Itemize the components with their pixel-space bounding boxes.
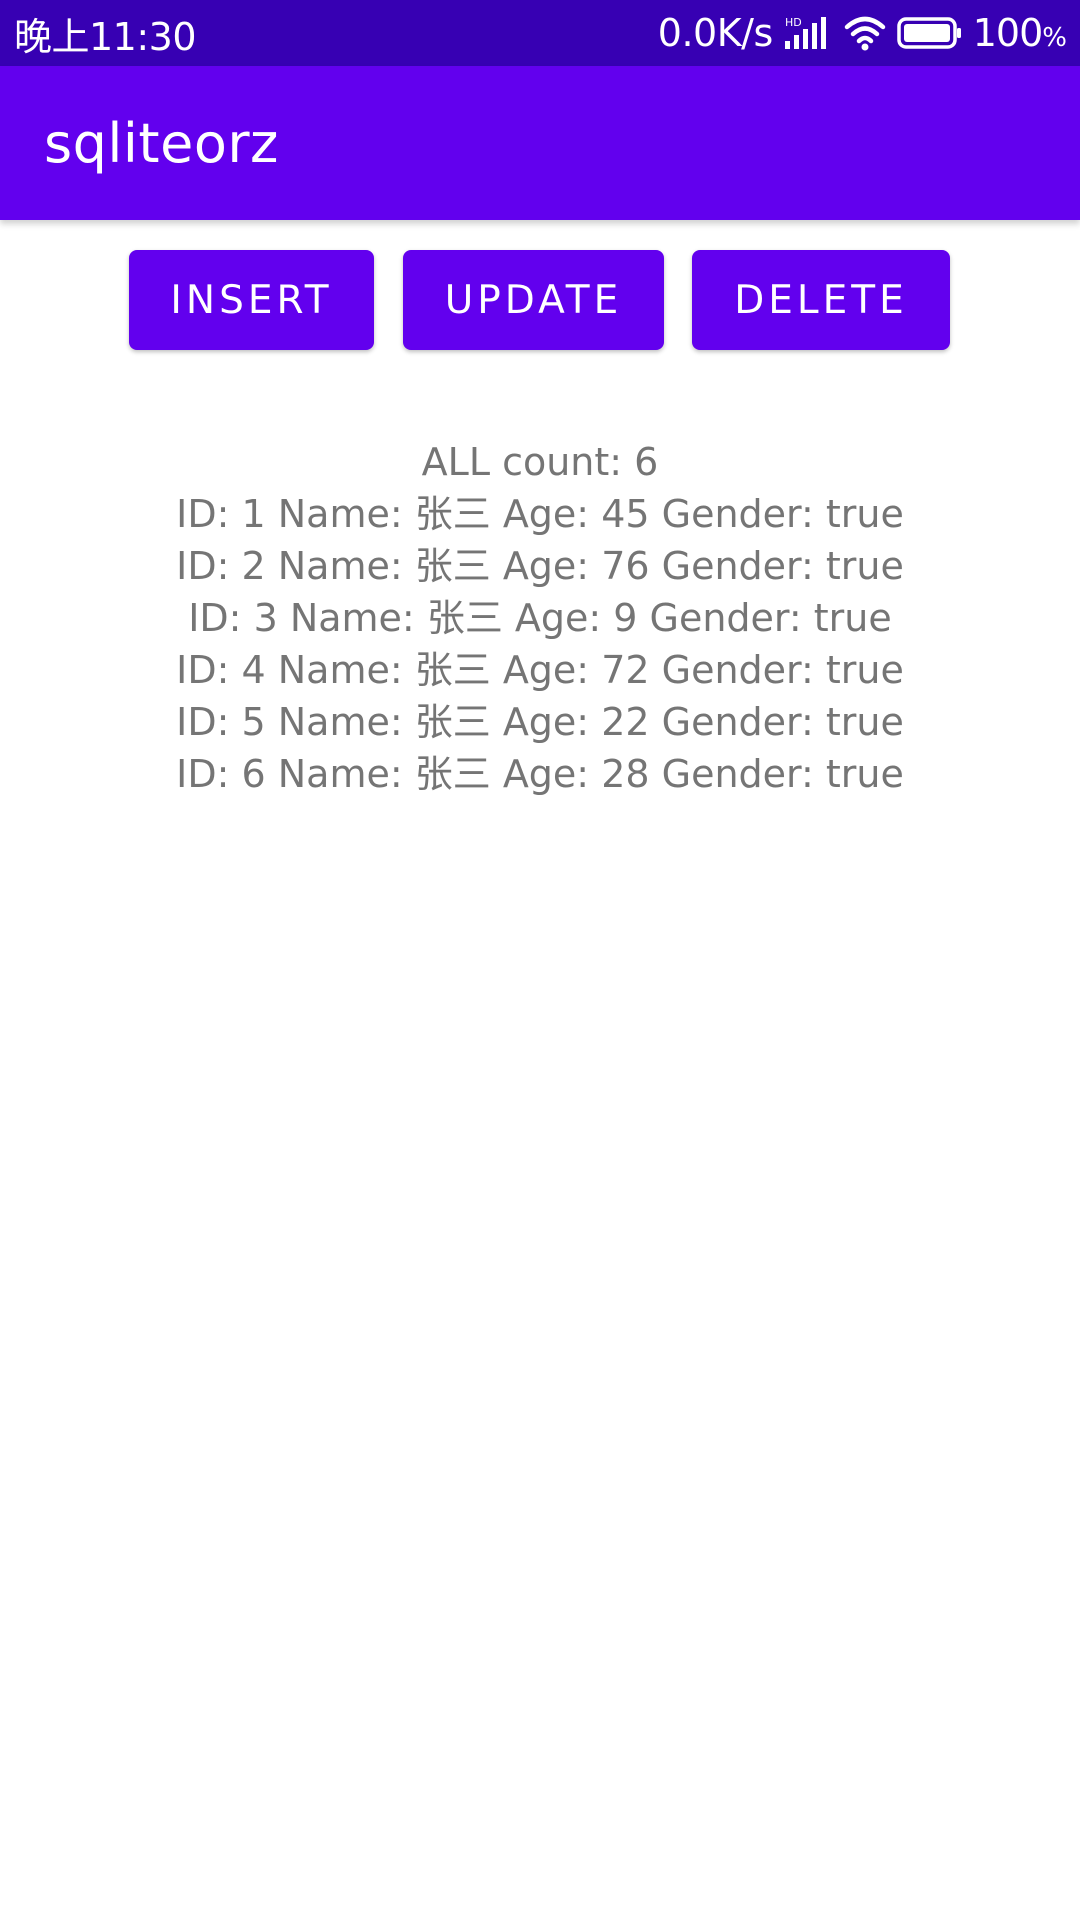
record-row: ID: 4 Name: 张三 Age: 72 Gender: true [176,648,904,692]
records-count: ALL count: 6 [421,440,659,484]
record-row: ID: 5 Name: 张三 Age: 22 Gender: true [176,700,904,744]
record-row: ID: 1 Name: 张三 Age: 45 Gender: true [176,492,904,536]
hd-badge: HD [785,16,802,29]
app-bar: sqliteorz [0,66,1080,220]
delete-button[interactable]: DELETE [692,250,950,350]
wifi-icon [843,15,887,51]
record-row: ID: 3 Name: 张三 Age: 9 Gender: true [188,596,892,640]
record-row: ID: 2 Name: 张三 Age: 76 Gender: true [176,544,904,588]
battery-percent-unit: % [1042,23,1067,53]
app-title: sqliteorz [44,111,279,175]
records-text: ALL count: 6 ID: 1 Name: 张三 Age: 45 Gend… [0,436,1080,800]
status-time: 晚上11:30 [14,14,197,59]
battery-percent: 100% [972,11,1067,55]
insert-button[interactable]: INSERT [129,250,374,350]
signal-icon: HD [783,15,833,51]
battery-icon [897,16,963,50]
status-bar: 晚上11:30 0.0K/s HD 100% [0,0,1080,66]
network-speed: 0.0K/s [657,11,773,55]
battery-percent-value: 100 [972,11,1044,55]
status-icons: 0.0K/s HD 100% [657,11,1067,55]
record-row: ID: 6 Name: 张三 Age: 28 Gender: true [176,752,904,796]
update-button[interactable]: UPDATE [403,250,664,350]
